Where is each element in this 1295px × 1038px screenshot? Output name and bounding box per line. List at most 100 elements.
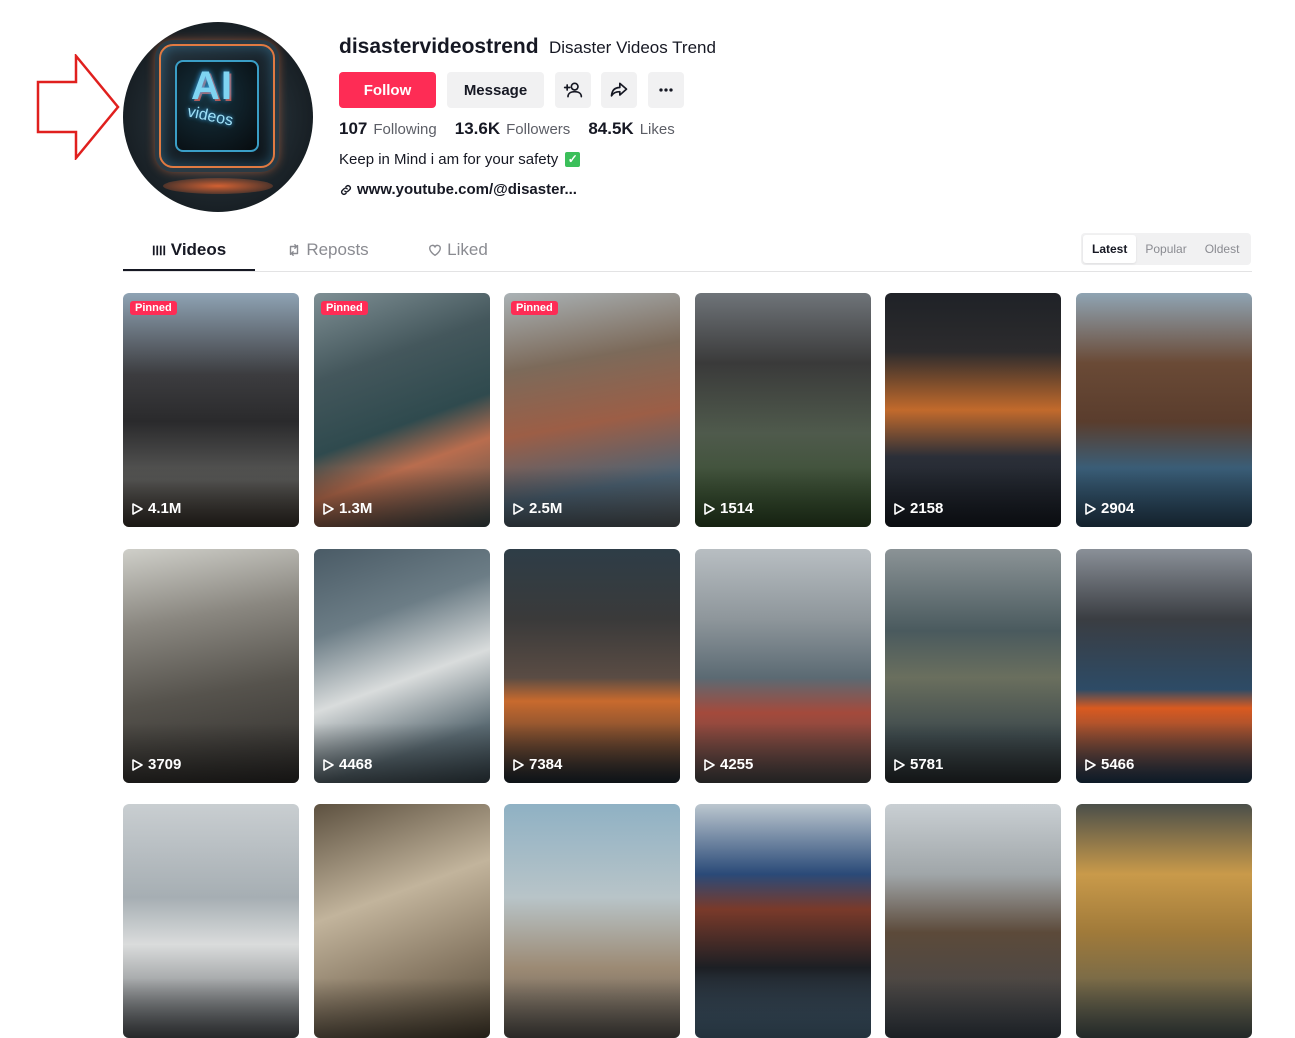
play-icon: [704, 502, 715, 515]
video-card[interactable]: [1076, 804, 1252, 1038]
message-button[interactable]: Message: [447, 72, 544, 108]
play-icon: [323, 502, 334, 515]
play-icon: [132, 758, 143, 771]
tab-reposts-label: Reposts: [306, 240, 369, 259]
stat-likes-label: Likes: [639, 121, 675, 138]
pinned-badge: Pinned: [321, 301, 368, 315]
view-count-value: 1.3M: [339, 500, 373, 517]
play-icon: [1085, 502, 1096, 515]
view-count: 7384: [512, 756, 562, 773]
view-count-value: 4255: [720, 756, 754, 773]
share-arrow-icon: [610, 82, 628, 97]
view-count: 2904: [1084, 500, 1134, 517]
video-card[interactable]: [695, 804, 871, 1038]
video-card[interactable]: 4468: [314, 549, 490, 783]
view-count: 2.5M: [512, 500, 562, 517]
profile-username: disastervideostrend: [339, 35, 539, 58]
view-count-value: 2158: [910, 500, 944, 517]
view-count: 5781: [893, 756, 943, 773]
play-icon: [1085, 758, 1096, 771]
check-mark-icon: ✓: [565, 152, 581, 167]
view-count-value: 2.5M: [529, 500, 563, 517]
annotation-arrow-icon: [36, 54, 120, 160]
stat-likes-value: 84.5K: [588, 119, 634, 138]
tab-videos-label: Videos: [170, 240, 227, 259]
video-card[interactable]: [504, 804, 680, 1038]
video-card[interactable]: 1514: [695, 293, 871, 527]
view-count: 4468: [322, 756, 372, 773]
more-options-button[interactable]: [648, 72, 684, 108]
bio-text: Keep in Mind i am for your safety: [339, 151, 559, 168]
sort-segmented-control: Latest Popular Oldest: [1081, 233, 1251, 265]
video-card[interactable]: 5466: [1076, 549, 1252, 783]
profile-stats: 107 Following 13.6K Followers 84.5K Like…: [339, 119, 693, 139]
view-count-value: 7384: [529, 756, 563, 773]
view-count-value: 1514: [720, 500, 754, 517]
profile-avatar[interactable]: AI videos: [123, 22, 313, 212]
video-card[interactable]: [123, 804, 299, 1038]
liked-heart-icon: [429, 244, 442, 257]
stat-following-label: Following: [373, 121, 437, 138]
avatar-logo: AI videos: [159, 44, 275, 168]
view-count-value: 3709: [148, 756, 182, 773]
view-count: 3709: [131, 756, 181, 773]
stat-following-value: 107: [339, 119, 368, 138]
tab-liked[interactable]: Liked: [413, 231, 503, 269]
repost-icon: [290, 244, 299, 256]
pinned-badge: Pinned: [511, 301, 558, 315]
sort-popular[interactable]: Popular: [1136, 235, 1195, 263]
video-card[interactable]: Pinned 1.3M: [314, 293, 490, 527]
view-count-value: 5781: [910, 756, 944, 773]
video-card[interactable]: [885, 804, 1061, 1038]
stat-likes: 84.5K Likes: [588, 119, 674, 139]
stat-following[interactable]: 107 Following: [339, 119, 437, 139]
play-icon: [513, 758, 524, 771]
view-count: 5466: [1084, 756, 1134, 773]
video-card[interactable]: 5781: [885, 549, 1061, 783]
video-card[interactable]: Pinned 4.1M: [123, 293, 299, 527]
stat-followers-value: 13.6K: [454, 119, 501, 138]
play-icon: [513, 502, 524, 515]
view-count: 4.1M: [131, 500, 181, 517]
play-icon: [894, 502, 905, 515]
view-count: 4255: [703, 756, 753, 773]
view-count: 1514: [703, 500, 753, 517]
video-card[interactable]: 3709: [123, 549, 299, 783]
add-friend-icon: [563, 82, 583, 98]
pinned-badge: Pinned: [130, 301, 177, 315]
video-card[interactable]: 7384: [504, 549, 680, 783]
avatar-logo-text: AI: [191, 64, 233, 108]
sort-latest[interactable]: Latest: [1083, 235, 1137, 263]
play-icon: [323, 758, 334, 771]
link-icon: [341, 184, 351, 195]
follow-button[interactable]: Follow: [339, 72, 436, 108]
play-icon: [704, 758, 715, 771]
tab-liked-label: Liked: [447, 240, 488, 259]
play-icon: [132, 502, 143, 515]
video-card[interactable]: 4255: [695, 549, 871, 783]
view-count-value: 2904: [1101, 500, 1135, 517]
grid-icon: [152, 245, 165, 256]
video-card[interactable]: [314, 804, 490, 1038]
view-count-value: 4468: [339, 756, 373, 773]
more-dots-icon: [659, 88, 673, 92]
view-count: 2158: [893, 500, 943, 517]
view-count-value: 4.1M: [148, 500, 182, 517]
play-icon: [894, 758, 905, 771]
sort-oldest[interactable]: Oldest: [1196, 235, 1249, 263]
profile-link-text: www.youtube.com/@disaster...: [357, 181, 577, 198]
add-friend-button[interactable]: [555, 72, 591, 108]
tab-videos[interactable]: Videos: [123, 231, 255, 271]
video-card[interactable]: Pinned 2.5M: [504, 293, 680, 527]
video-card[interactable]: 2158: [885, 293, 1061, 527]
tab-reposts[interactable]: Reposts: [273, 231, 383, 269]
profile-bio: Keep in Mind i am for your safety ✓: [339, 151, 581, 168]
stat-followers[interactable]: 13.6K Followers: [455, 119, 571, 139]
view-count: 1.3M: [322, 500, 372, 517]
profile-link[interactable]: www.youtube.com/@disaster...: [339, 181, 577, 198]
video-card[interactable]: 2904: [1076, 293, 1252, 527]
profile-nickname: Disaster Videos Trend: [549, 38, 716, 57]
view-count-value: 5466: [1101, 756, 1135, 773]
share-button[interactable]: [601, 72, 637, 108]
stat-followers-label: Followers: [506, 121, 571, 138]
